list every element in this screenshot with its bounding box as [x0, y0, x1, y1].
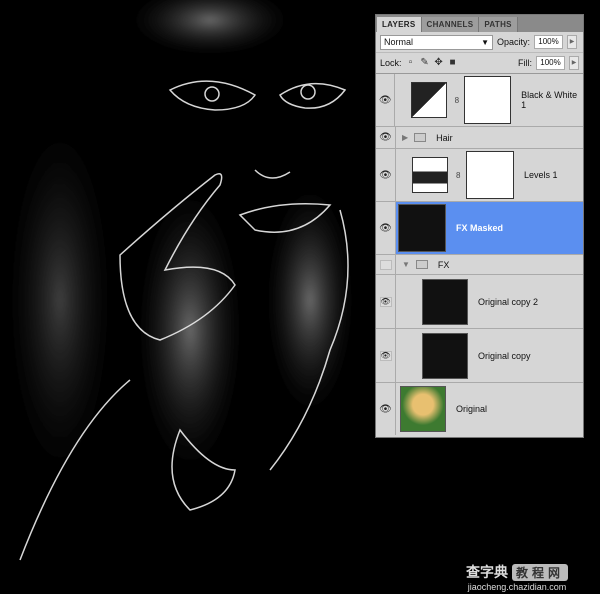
- blend-mode-value: Normal: [384, 36, 414, 47]
- expand-arrow-icon[interactable]: ▶: [402, 133, 408, 142]
- fill-slider-button[interactable]: ▶: [569, 56, 579, 70]
- layer-mask-thumbnail[interactable]: [466, 151, 514, 199]
- link-icon[interactable]: 8: [456, 171, 462, 180]
- panel-tabs: LAYERS CHANNELS PATHS: [376, 15, 583, 32]
- hidden-visibility-box: [379, 259, 392, 270]
- layer-name: Original: [456, 404, 488, 414]
- eye-icon: 👁: [379, 222, 392, 234]
- layer-group-fx[interactable]: ▼ FX: [376, 255, 583, 275]
- smart-object-thumbnail: [422, 278, 468, 325]
- visibility-toggle[interactable]: 👁: [376, 383, 396, 435]
- watermark-site-name: 查字典: [466, 564, 508, 580]
- eye-icon: 👁: [379, 296, 392, 307]
- opacity-label: Opacity:: [497, 37, 531, 47]
- watermark-url: jiaocheng.chazidian.com: [467, 582, 567, 592]
- lock-position-icon[interactable]: ✥: [434, 58, 444, 68]
- folder-icon: [414, 133, 427, 142]
- lock-image-pixels-icon[interactable]: ✎: [420, 58, 430, 68]
- eye-icon: 👁: [378, 94, 392, 106]
- folder-icon: [415, 260, 428, 269]
- visibility-toggle[interactable]: [376, 255, 396, 274]
- layer-name: FX: [437, 259, 450, 270]
- layer-original-copy-2[interactable]: 👁 Original copy 2: [376, 275, 583, 329]
- watermark: 查字典 教程网 jiaocheng.chazidian.com: [466, 562, 569, 592]
- eye-icon: 👁: [379, 132, 392, 143]
- link-icon[interactable]: 8: [455, 96, 461, 105]
- visibility-toggle[interactable]: 👁: [376, 127, 396, 148]
- layer-mask-thumbnail[interactable]: [464, 76, 512, 124]
- layer-thumbnail: [398, 204, 446, 252]
- layer-name: FX Masked: [456, 223, 504, 233]
- opacity-input[interactable]: 100%: [534, 35, 564, 49]
- collapse-arrow-icon[interactable]: ▼: [402, 260, 410, 269]
- layer-group-hair[interactable]: 👁 ▶ Hair: [376, 127, 583, 149]
- black-white-adjustment-icon: [411, 82, 447, 118]
- layer-name: Hair: [436, 132, 453, 143]
- layer-levels-1[interactable]: 👁 8 Levels 1: [376, 149, 583, 202]
- levels-adjustment-icon: [412, 157, 448, 193]
- layer-name: Original copy: [478, 350, 531, 361]
- chevron-down-icon: ▼: [481, 37, 489, 47]
- opacity-slider-button[interactable]: ▶: [567, 35, 578, 49]
- lock-all-icon[interactable]: ■: [448, 58, 458, 68]
- tab-channels[interactable]: CHANNELS: [421, 17, 480, 32]
- layer-name: Black & White 1: [521, 90, 578, 110]
- tab-paths[interactable]: PATHS: [479, 17, 518, 32]
- layers-panel: LAYERS CHANNELS PATHS Normal ▼ Opacity: 1…: [375, 14, 584, 438]
- visibility-toggle[interactable]: 👁: [376, 329, 396, 382]
- fill-input[interactable]: 100%: [536, 56, 565, 70]
- layer-original-copy[interactable]: 👁 Original copy: [376, 329, 583, 383]
- blend-mode-select[interactable]: Normal ▼: [380, 34, 493, 50]
- visibility-toggle[interactable]: 👁: [376, 275, 396, 328]
- layer-name: Original copy 2: [478, 296, 539, 307]
- visibility-toggle[interactable]: 👁: [376, 202, 396, 254]
- layer-black-white-1[interactable]: 👁 8 Black & White 1: [376, 74, 583, 127]
- lock-transparency-icon[interactable]: ▫: [406, 58, 416, 68]
- eye-icon: 👁: [379, 403, 392, 415]
- layer-name: Levels 1: [524, 170, 558, 180]
- lock-label: Lock:: [380, 58, 402, 68]
- visibility-toggle[interactable]: 👁: [376, 149, 396, 201]
- visibility-toggle[interactable]: 👁: [376, 74, 396, 126]
- eye-icon: 👁: [379, 169, 392, 181]
- smart-object-thumbnail: [422, 332, 468, 379]
- photo-thumbnail: [400, 386, 446, 432]
- watermark-tagline: 教程网: [512, 563, 569, 581]
- eye-icon: 👁: [379, 350, 392, 361]
- layer-fx-masked[interactable]: 👁 FX Masked: [376, 202, 583, 255]
- layer-original[interactable]: 👁 Original: [376, 383, 583, 435]
- tab-layers[interactable]: LAYERS: [377, 17, 422, 32]
- fill-label: Fill:: [518, 58, 532, 68]
